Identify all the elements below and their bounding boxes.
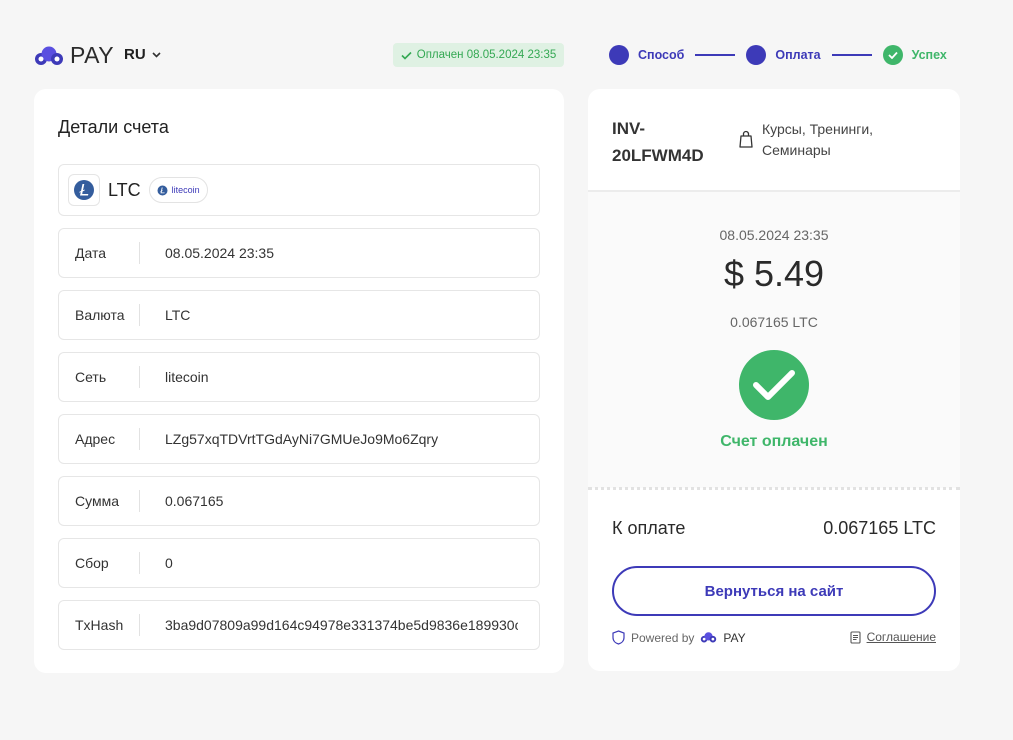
language-selector[interactable]: RU <box>124 46 161 63</box>
detail-label: Адрес <box>75 431 116 447</box>
step-dot-payment <box>746 45 767 65</box>
amount-usd: $ 5.49 <box>723 253 825 294</box>
step-label-method: Способ <box>638 48 685 62</box>
litecoin-icon <box>157 185 168 195</box>
detail-label: Валюта <box>75 307 125 323</box>
detail-row-date: Дата 08.05.2024 23:35 <box>58 228 540 278</box>
check-icon <box>887 51 898 59</box>
network-badge: litecoin <box>148 177 208 203</box>
invoice-category: Курсы, Тренинги, Семинары <box>762 121 874 158</box>
step-dot-success <box>882 45 903 65</box>
currency-display: LTC litecoin <box>58 164 540 216</box>
status-badge: Оплачен 08.05.2024 23:35 <box>393 43 564 67</box>
shield-icon <box>612 630 625 645</box>
detail-label: TxHash <box>75 617 124 633</box>
detail-value: 08.05.2024 23:35 <box>165 245 274 261</box>
detail-label: Дата <box>75 245 107 261</box>
cloud-logo-icon <box>701 632 717 643</box>
language-label: RU <box>124 46 146 63</box>
logo-text: PAY <box>70 42 115 68</box>
detail-value: litecoin <box>165 369 209 385</box>
network-badge-label: litecoin <box>171 185 200 195</box>
detail-row-currency: Валюта LTC <box>58 290 540 340</box>
payment-date: 08.05.2024 23:35 <box>719 227 829 243</box>
detail-value: LTC <box>165 307 191 323</box>
back-to-site-button[interactable]: Вернуться на сайт <box>612 566 936 616</box>
detail-value: 0.067165 <box>165 493 224 509</box>
to-pay-value: 0.067165 LTC <box>823 518 936 538</box>
success-check-icon <box>739 350 809 420</box>
detail-row-txhash: TxHash 3ba9d07809a99d164c94978e331374be5… <box>58 600 540 650</box>
status-badge-text: Оплачен 08.05.2024 23:35 <box>416 49 557 61</box>
step-label-payment: Оплата <box>775 48 821 62</box>
document-icon <box>850 630 861 644</box>
step-dot-method <box>609 45 629 65</box>
txhash-value[interactable]: 3ba9d07809a99d164c94978e331374be5d9836e1… <box>140 617 518 633</box>
detail-row-amount: Сумма 0.067165 <box>58 476 540 526</box>
currency-code: LTC <box>108 179 141 200</box>
to-pay-label: К оплате <box>612 518 686 538</box>
detail-row-network: Сеть litecoin <box>58 352 540 402</box>
amount-crypto: 0.067165 LTC <box>730 314 818 330</box>
invoice-id: INV-20LFWM4D <box>612 119 704 165</box>
step-connector <box>831 54 872 56</box>
detail-label: Сеть <box>75 369 107 385</box>
detail-label: Сбор <box>75 555 109 571</box>
shopping-bag-icon <box>739 130 753 148</box>
detail-row-address: Адрес LZg57xqTDVrtTGdAyNi7GMUeJo9Mo6Zqry <box>58 414 540 464</box>
litecoin-icon <box>68 174 100 206</box>
agreement-label: Соглашение <box>866 630 936 644</box>
powered-by-label: Powered by <box>631 630 695 645</box>
detail-label: Сумма <box>75 493 119 509</box>
divider <box>588 487 960 490</box>
details-title: Детали счета <box>58 117 169 137</box>
agreement-link[interactable]: Соглашение <box>850 630 936 644</box>
powered-by: Powered by PAY <box>612 630 746 645</box>
invoice-summary-card: INV-20LFWM4D Курсы, Тренинги, Семинары 0… <box>588 89 960 671</box>
check-icon <box>401 51 412 60</box>
detail-value: 0 <box>165 555 173 571</box>
chevron-down-icon <box>152 52 161 58</box>
logo: PAY <box>34 42 114 69</box>
step-label-success: Успех <box>911 48 947 62</box>
invoice-details-card: Детали счета LTC litecoin Дата 08.05.202… <box>34 89 564 673</box>
cloud-logo-icon <box>35 46 63 65</box>
progress-stepper: Способ Оплата Успех <box>609 45 947 65</box>
powered-by-brand: PAY <box>723 630 746 645</box>
address-value[interactable]: LZg57xqTDVrtTGdAyNi7GMUeJo9Mo6Zqry <box>140 431 438 447</box>
step-connector <box>695 54 736 56</box>
payment-status-text: Счет оплачен <box>720 433 828 450</box>
detail-row-fee: Сбор 0 <box>58 538 540 588</box>
